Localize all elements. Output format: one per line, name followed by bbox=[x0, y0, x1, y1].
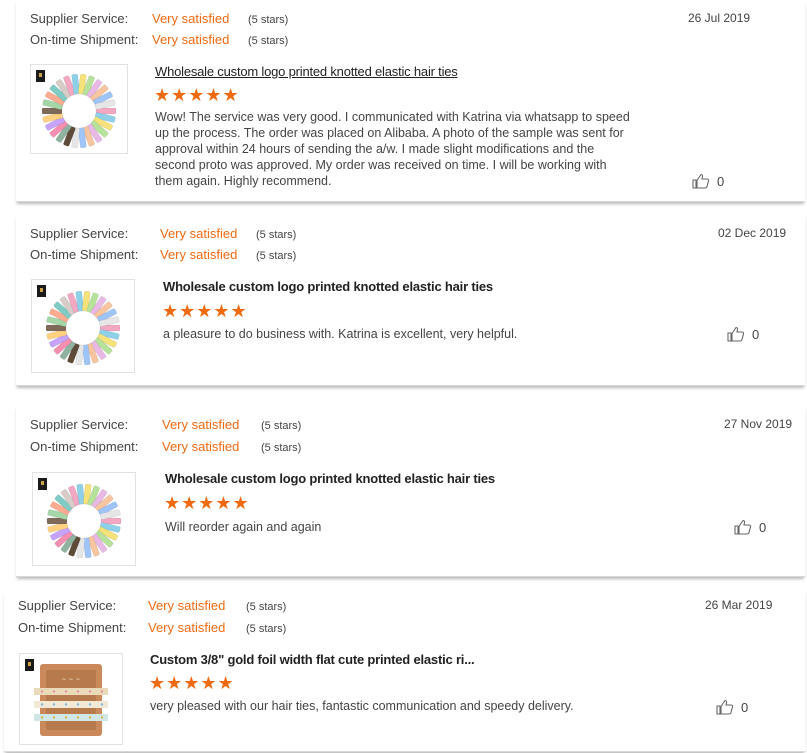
shipment-row: On-time Shipment: Very satisfied (5 star… bbox=[30, 439, 301, 455]
like-button[interactable]: 0 bbox=[727, 326, 759, 342]
shipment-label: On-time Shipment: bbox=[30, 32, 139, 47]
supplier-service-value: Very satisfied bbox=[148, 598, 226, 613]
thumbs-up-icon bbox=[734, 519, 752, 535]
product-title-link[interactable]: Custom 3/8" gold foil width flat cute pr… bbox=[150, 652, 475, 667]
hair-ties-card-image: ~ ~ ~ bbox=[34, 664, 108, 736]
product-thumbnail[interactable] bbox=[31, 279, 135, 373]
review-text: Wow! The service was very good. I commun… bbox=[155, 110, 630, 188]
review-text: a pleasure to do business with. Katrina … bbox=[163, 327, 518, 341]
product-thumbnail[interactable]: ~ ~ ~ bbox=[19, 653, 123, 745]
supplier-service-value: Very satisfied bbox=[152, 11, 230, 26]
shipment-value: Very satisfied bbox=[160, 247, 238, 262]
thumbs-up-icon bbox=[692, 173, 710, 189]
supplier-service-label: Supplier Service: bbox=[30, 417, 129, 432]
thumbs-up-icon bbox=[727, 326, 745, 342]
brand-logo-icon bbox=[25, 659, 34, 671]
review-date: 26 Jul 2019 bbox=[688, 11, 751, 25]
brand-logo-icon bbox=[37, 285, 46, 297]
rating-stars: ★★★★★ bbox=[164, 493, 250, 513]
shipment-stars: (5 stars) bbox=[261, 442, 302, 454]
product-thumbnail[interactable] bbox=[32, 472, 136, 566]
shipment-value: Very satisfied bbox=[148, 620, 226, 635]
supplier-service-row: Supplier Service: Very satisfied (5 star… bbox=[30, 226, 296, 242]
shipment-row: On-time Shipment: Very satisfied (5 star… bbox=[30, 247, 296, 263]
shipment-stars: (5 stars) bbox=[246, 623, 287, 635]
product-title-link[interactable]: Wholesale custom logo printed knotted el… bbox=[155, 64, 458, 79]
review-date: 02 Dec 2019 bbox=[718, 226, 787, 240]
brand-logo-icon bbox=[36, 70, 45, 82]
review-card: Supplier Service: Very satisfied (5 star… bbox=[16, 214, 805, 386]
supplier-service-row: Supplier Service: Very satisfied (5 star… bbox=[18, 598, 286, 614]
shipment-value: Very satisfied bbox=[152, 32, 230, 47]
rating-stars: ★★★★★ bbox=[162, 301, 248, 321]
like-button[interactable]: 0 bbox=[716, 699, 748, 715]
supplier-service-value: Very satisfied bbox=[160, 226, 238, 241]
brand-logo-icon bbox=[38, 478, 47, 490]
product-title-link[interactable]: Wholesale custom logo printed knotted el… bbox=[163, 279, 493, 294]
supplier-service-label: Supplier Service: bbox=[30, 11, 129, 26]
thumbs-up-icon bbox=[716, 699, 734, 715]
svg-text:~ ~ ~: ~ ~ ~ bbox=[62, 676, 81, 683]
rating-stars: ★★★★★ bbox=[154, 85, 240, 105]
supplier-service-label: Supplier Service: bbox=[30, 226, 129, 241]
product-thumbnail[interactable] bbox=[30, 64, 128, 154]
supplier-service-stars: (5 stars) bbox=[248, 14, 289, 26]
hair-ties-wreath-image bbox=[45, 290, 121, 366]
review-date: 26 Mar 2019 bbox=[705, 598, 773, 612]
like-count: 0 bbox=[741, 699, 749, 715]
shipment-row: On-time Shipment: Very satisfied (5 star… bbox=[18, 620, 286, 636]
like-count: 0 bbox=[717, 173, 725, 189]
product-title-link[interactable]: Wholesale custom logo printed knotted el… bbox=[165, 471, 495, 486]
hair-ties-wreath-image bbox=[41, 73, 117, 149]
supplier-service-row: Supplier Service: Very satisfied (5 star… bbox=[30, 417, 301, 433]
like-count: 0 bbox=[759, 519, 767, 535]
review-text: Will reorder again and again bbox=[165, 520, 322, 534]
review-card: Supplier Service: Very satisfied (5 star… bbox=[16, 405, 805, 577]
review-card: Supplier Service: Very satisfied (5 star… bbox=[4, 590, 805, 752]
supplier-service-stars: (5 stars) bbox=[246, 601, 287, 613]
review-date: 27 Nov 2019 bbox=[724, 417, 793, 431]
like-button[interactable]: 0 bbox=[734, 519, 766, 535]
like-count: 0 bbox=[752, 326, 760, 342]
supplier-service-label: Supplier Service: bbox=[18, 598, 117, 613]
supplier-service-stars: (5 stars) bbox=[261, 420, 302, 432]
supplier-service-value: Very satisfied bbox=[162, 417, 240, 432]
rating-stars: ★★★★★ bbox=[149, 673, 235, 693]
shipment-label: On-time Shipment: bbox=[18, 620, 127, 635]
shipment-stars: (5 stars) bbox=[256, 250, 297, 262]
review-card: Supplier Service: Very satisfied (5 star… bbox=[16, 0, 805, 202]
supplier-service-stars: (5 stars) bbox=[256, 229, 297, 241]
shipment-label: On-time Shipment: bbox=[30, 247, 139, 262]
shipment-row: On-time Shipment: Very satisfied (5 star… bbox=[30, 32, 288, 48]
like-button[interactable]: 0 bbox=[692, 173, 724, 189]
shipment-label: On-time Shipment: bbox=[30, 439, 139, 454]
review-text: very pleased with our hair ties, fantast… bbox=[150, 699, 574, 713]
shipment-value: Very satisfied bbox=[162, 439, 240, 454]
shipment-stars: (5 stars) bbox=[248, 35, 289, 47]
supplier-service-row: Supplier Service: Very satisfied (5 star… bbox=[30, 11, 288, 27]
hair-ties-wreath-image bbox=[46, 483, 122, 559]
